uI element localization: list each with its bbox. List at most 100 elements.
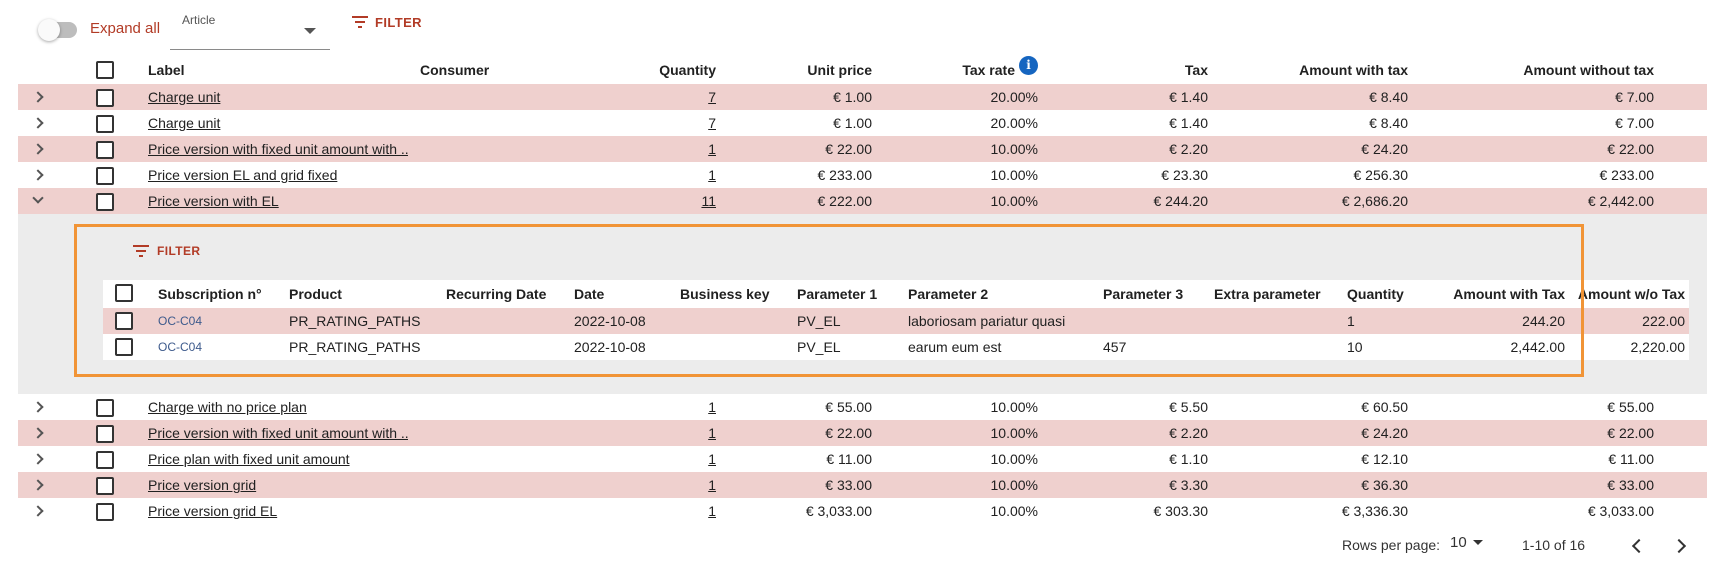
expand-all-toggle[interactable] (38, 19, 77, 41)
table-row[interactable]: Price version grid 1 € 33.00 10.00% € 3.30 € … (18, 472, 1707, 498)
col-amount-with-tax[interactable]: Amount with tax (1208, 56, 1408, 84)
row-quantity-link[interactable]: 1 (708, 451, 716, 467)
col-business-key[interactable]: Business key (680, 280, 780, 308)
row-label-link[interactable]: Charge unit (148, 115, 220, 131)
detail-param1: PV_EL (797, 313, 841, 329)
row-label-link[interactable]: Price plan with fixed unit amount (148, 451, 350, 467)
row-label-link[interactable]: Price version grid EL (148, 503, 277, 519)
col-detail-amount-wo-tax[interactable]: Amount w/o Tax (1565, 280, 1685, 308)
row-checkbox[interactable] (96, 503, 114, 521)
table-row[interactable]: Charge unit 7 € 1.00 20.00% € 1.40 € 8.40 € 7.… (18, 110, 1707, 136)
col-recurring-date[interactable]: Recurring Date (446, 280, 566, 308)
row-label-link[interactable]: Price version EL and grid fixed (148, 167, 337, 183)
row-quantity-link[interactable]: 7 (708, 89, 716, 105)
expand-chevron-icon[interactable] (32, 427, 44, 439)
col-product[interactable]: Product (289, 280, 429, 308)
dropdown-caret-icon[interactable] (1472, 540, 1483, 545)
row-label-link[interactable]: Price version with fixed unit amount wit… (148, 425, 408, 441)
expand-all-label[interactable]: Expand all (90, 20, 160, 37)
col-quantity[interactable]: Quantity (558, 56, 716, 84)
group-by-select[interactable]: Article (170, 8, 330, 50)
row-checkbox[interactable] (96, 141, 114, 159)
col-param2[interactable]: Parameter 2 (908, 280, 1098, 308)
col-tax-rate[interactable]: Tax rate (962, 62, 1015, 78)
row-label-link[interactable]: Charge with no price plan (148, 399, 307, 415)
col-unit-price[interactable]: Unit price (718, 56, 872, 84)
expand-chevron-icon[interactable] (32, 91, 44, 103)
table-row[interactable]: Price version with fixed unit amount wit… (18, 420, 1707, 446)
next-page-icon[interactable] (1671, 538, 1687, 554)
dropdown-caret-icon[interactable] (304, 28, 316, 34)
row-quantity-link[interactable]: 1 (708, 399, 716, 415)
row-consumer (420, 188, 570, 214)
expand-chevron-icon[interactable] (32, 169, 44, 181)
row-quantity-link[interactable]: 11 (701, 193, 716, 209)
row-quantity-link[interactable]: 1 (708, 167, 716, 183)
rows-per-page-value[interactable]: 10 (1450, 534, 1467, 551)
col-detail-quantity[interactable]: Quantity (1347, 280, 1427, 308)
row-checkbox[interactable] (96, 115, 114, 133)
col-extra-param[interactable]: Extra parameter (1214, 280, 1334, 308)
row-label-link[interactable]: Price version grid (148, 477, 256, 493)
filter-label: FILTER (375, 14, 422, 30)
row-label-link[interactable]: Charge unit (148, 89, 220, 105)
row-amount-without-tax: € 7.00 (1615, 89, 1654, 105)
subscription-link[interactable]: OC-C04 (158, 314, 202, 328)
detail-row[interactable]: OC-C04 PR_RATING_PATHS 2022-10-08 PV_EL earu… (103, 334, 1689, 360)
col-amount-without-tax[interactable]: Amount without tax (1408, 56, 1654, 84)
expand-chevron-icon[interactable] (32, 143, 44, 155)
table-row[interactable]: Charge with no price plan 1 € 55.00 10.00% €… (18, 394, 1707, 420)
row-consumer (420, 162, 570, 188)
detail-row-checkbox[interactable] (115, 312, 133, 330)
table-row[interactable]: Price version grid EL 1 € 3,033.00 10.00% € … (18, 498, 1707, 524)
table-row-expanded[interactable]: Price version with EL 11 € 222.00 10.00%… (18, 188, 1707, 214)
row-quantity-link[interactable]: 1 (708, 141, 716, 157)
row-label-link[interactable]: Price version with fixed unit amount wit… (148, 141, 408, 157)
expand-chevron-icon[interactable] (32, 505, 44, 517)
row-checkbox[interactable] (96, 425, 114, 443)
expand-chevron-icon[interactable] (32, 401, 44, 413)
table-row[interactable]: Price version EL and grid fixed 1 € 233.00… (18, 162, 1707, 188)
collapse-chevron-icon[interactable] (32, 192, 44, 204)
expand-chevron-icon[interactable] (32, 453, 44, 465)
detail-filter-button[interactable]: FILTER (133, 244, 201, 258)
row-amount-with-tax: € 60.50 (1361, 399, 1408, 415)
row-unit-price: € 33.00 (825, 477, 872, 493)
row-quantity-link[interactable]: 7 (708, 115, 716, 131)
table-row[interactable]: Price version with fixed unit amount wit… (18, 136, 1707, 162)
rows-per-page-select[interactable]: 10 (1450, 534, 1483, 551)
col-detail-amount-with-tax[interactable]: Amount with Tax (1435, 280, 1565, 308)
toggle-knob[interactable] (38, 19, 60, 41)
row-checkbox[interactable] (96, 477, 114, 495)
table-row[interactable]: Price plan with fixed unit amount 1 € 11.0… (18, 446, 1707, 472)
row-checkbox[interactable] (96, 89, 114, 107)
detail-row-checkbox[interactable] (115, 338, 133, 356)
select-all-checkbox[interactable] (96, 61, 114, 79)
col-label[interactable]: Label (148, 56, 408, 84)
col-param1[interactable]: Parameter 1 (797, 280, 897, 308)
expand-chevron-icon[interactable] (32, 117, 44, 129)
previous-page-icon[interactable] (1631, 538, 1647, 554)
col-date[interactable]: Date (574, 280, 654, 308)
expand-chevron-icon[interactable] (32, 479, 44, 491)
filter-button[interactable]: FILTER (352, 12, 422, 32)
col-consumer[interactable]: Consumer (420, 56, 570, 84)
row-checkbox[interactable] (96, 451, 114, 469)
detail-select-all-checkbox[interactable] (115, 284, 133, 302)
row-quantity-link[interactable]: 1 (708, 425, 716, 441)
row-tax-rate: 10.00% (990, 399, 1038, 415)
row-checkbox[interactable] (96, 399, 114, 417)
row-checkbox[interactable] (96, 193, 114, 211)
info-icon[interactable]: i (1019, 56, 1038, 75)
col-tax[interactable]: Tax (1038, 56, 1208, 84)
row-label-link[interactable]: Price version with EL (148, 193, 279, 209)
row-consumer (420, 110, 570, 136)
row-quantity-link[interactable]: 1 (708, 477, 716, 493)
col-subscription[interactable]: Subscription n° (158, 280, 278, 308)
table-row[interactable]: Charge unit 7 € 1.00 20.00% € 1.40 € 8.40 € 7.… (18, 84, 1707, 110)
subscription-link[interactable]: OC-C04 (158, 340, 202, 354)
row-quantity-link[interactable]: 1 (708, 503, 716, 519)
detail-row[interactable]: OC-C04 PR_RATING_PATHS 2022-10-08 PV_EL labo… (103, 308, 1689, 334)
row-checkbox[interactable] (96, 167, 114, 185)
col-param3[interactable]: Parameter 3 (1103, 280, 1203, 308)
